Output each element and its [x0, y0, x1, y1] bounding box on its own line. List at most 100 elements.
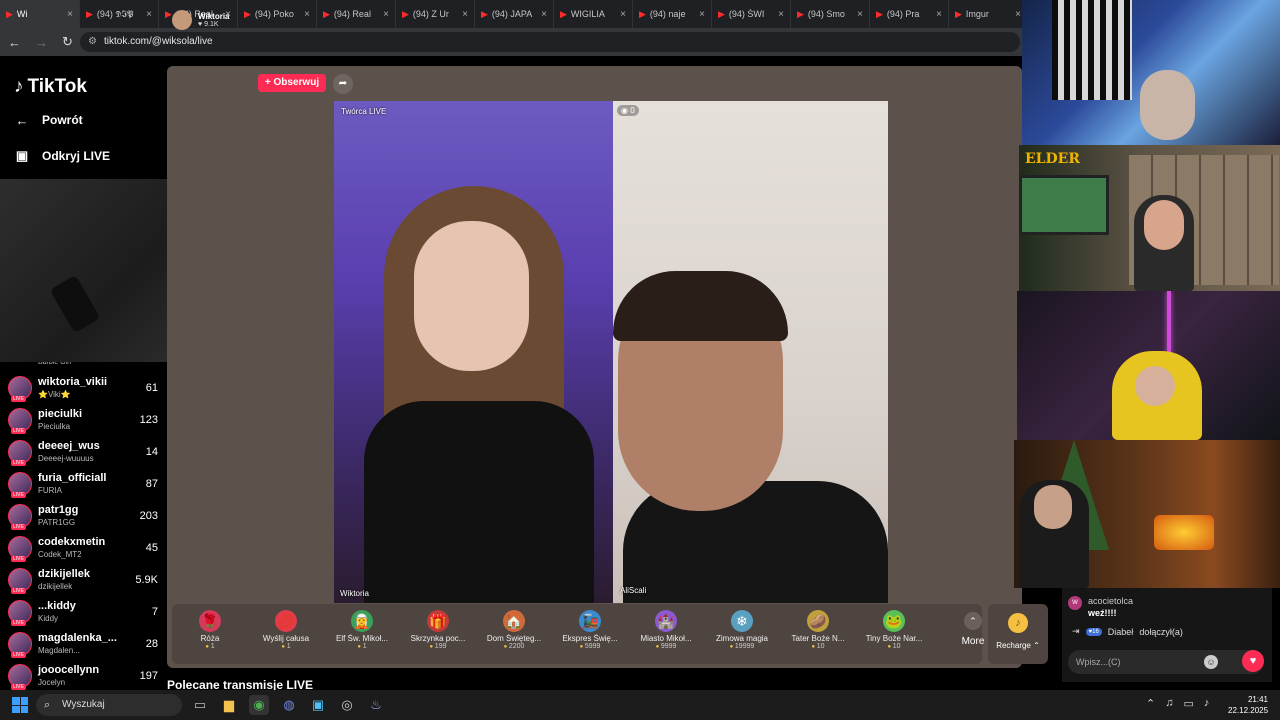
close-icon[interactable]: × — [857, 9, 863, 20]
stream-cam-3 — [1017, 291, 1280, 440]
close-icon[interactable]: × — [383, 9, 389, 20]
back-icon[interactable]: ← — [8, 35, 21, 50]
browser-tab[interactable]: ▶ WIGILIA × — [554, 0, 633, 28]
reload-icon[interactable]: ↻ — [62, 34, 73, 50]
youtube-icon: ▶ — [244, 8, 251, 19]
discord-icon[interactable]: ◍ — [279, 695, 299, 715]
close-icon[interactable]: × — [304, 9, 310, 20]
live-user-item[interactable]: LIVE deeeej_wus Deeeej-wuuuus 14 — [8, 438, 158, 468]
user-subtitle: ⭐Viki⭐ — [38, 390, 71, 399]
close-icon[interactable]: × — [699, 9, 705, 20]
gift-name: Tater Boże N... — [791, 634, 845, 643]
tab-title: (94) naje — [649, 9, 686, 19]
obs-icon[interactable]: ◎ — [337, 695, 357, 715]
gift-item[interactable]: 🌹 Róża1 — [172, 604, 248, 664]
browser-tab[interactable]: ▶ (94) Z Ur × — [396, 0, 475, 28]
browser-tab[interactable]: ▶ Wi × — [0, 0, 80, 28]
browser-tab[interactable]: ▶ (94) 𝕯𝕴𝕻 × — [80, 0, 159, 28]
live-user-item[interactable]: LIVE wiktoria_vikii ⭐Viki⭐ 61 — [8, 374, 158, 404]
hair-shape-right — [613, 271, 788, 341]
avatar[interactable]: W — [1068, 596, 1082, 610]
gift-item[interactable]: 🏠 Dom Święteg...2200 — [476, 604, 552, 664]
emoji-icon[interactable]: ☺ — [1204, 655, 1218, 669]
gift-price: 10 — [780, 643, 856, 650]
close-icon[interactable]: × — [541, 9, 547, 20]
avatar: LIVE — [8, 632, 32, 658]
task-view-icon[interactable]: ▭ — [190, 695, 210, 715]
follow-button[interactable]: + Obserwuj — [258, 74, 326, 92]
avatar: LIVE — [8, 536, 32, 562]
microphone-icon[interactable]: ♫ — [1165, 697, 1173, 710]
heart-icon[interactable]: ♥ — [1242, 650, 1264, 672]
avatar[interactable] — [172, 10, 192, 30]
live-user-item[interactable]: LIVE pieciulki Pieciulka 123 — [8, 406, 158, 436]
close-icon[interactable]: × — [620, 9, 626, 20]
face-shape — [414, 221, 529, 371]
share-icon[interactable]: ➦ — [333, 74, 353, 94]
join-username[interactable]: Diabeł — [1108, 627, 1134, 637]
gift-item[interactable]: ❄ Zimowa magia19999 — [704, 604, 780, 664]
viewer-number: 0 — [630, 106, 635, 115]
viewer-count: 28 — [145, 638, 158, 650]
close-icon[interactable]: × — [67, 9, 73, 20]
chevron-up-icon[interactable]: ⌃ — [1146, 697, 1155, 710]
tab-title: (94) 𝕯𝕴𝕻 — [96, 8, 134, 19]
windows-start-icon[interactable] — [12, 697, 28, 713]
clock[interactable]: 21:41 22.12.2025 — [1228, 694, 1268, 716]
gift-bar: 🌹Róża1💋Wyślij całusa1🧝Elf Św. Mikoł...1🎁… — [172, 604, 984, 664]
live-user-item[interactable]: LIVE magdalenka_... Magdalen... 28 — [8, 630, 158, 660]
coin-icon: ♪ — [1008, 613, 1028, 633]
live-user-item[interactable]: LIVE jooocellynn Jocelyn 197 — [8, 662, 158, 692]
site-info-icon[interactable]: ⚙ — [88, 32, 97, 52]
forward-icon[interactable]: → — [35, 35, 48, 50]
close-icon[interactable]: × — [146, 9, 152, 20]
terminal-icon[interactable]: ▣ — [308, 695, 328, 715]
live-user-item[interactable]: LIVE furia_officiall FURIA 87 — [8, 470, 158, 500]
recharge-button[interactable]: ♪ Recharge ⌃ — [988, 604, 1048, 664]
browser-tab[interactable]: ▶ (94) Smo × — [791, 0, 870, 28]
level-badge: ♥16 — [1085, 627, 1102, 636]
back-nav[interactable]: ← Powrót — [14, 112, 83, 128]
gift-price: 5999 — [552, 643, 628, 650]
video-left — [334, 101, 613, 603]
live-user-item[interactable]: LIVE codekxmetin Codek_MT2 45 — [8, 534, 158, 564]
live-user-item[interactable]: LIVE ...kiddy Kiddy 7 — [8, 598, 158, 628]
gift-item[interactable]: 🏰 Miasto Mikoł...9999 — [628, 604, 704, 664]
browser-tab[interactable]: ▶ (94) Real × — [317, 0, 396, 28]
host-info[interactable]: Wiktoria ♥ 9.1K — [172, 10, 230, 30]
close-icon[interactable]: × — [778, 9, 784, 20]
discover-live-nav[interactable]: ▣ Odkryj LIVE — [14, 148, 110, 164]
gift-icon: ❄ — [731, 610, 753, 632]
gift-item[interactable]: 🚂 Ekspres Świę...5999 — [552, 604, 628, 664]
file-explorer-icon[interactable]: ▆ — [219, 695, 239, 715]
gift-item[interactable]: 🎁 Skrzynka poc...199 — [400, 604, 476, 664]
browser-tab[interactable]: ▶ (94) naje × — [633, 0, 712, 28]
close-icon[interactable]: × — [936, 9, 942, 20]
live-user-item[interactable]: LIVE dzikijellek dzikijellek 5.9K — [8, 566, 158, 596]
taskbar-search[interactable]: ⌕ Wyszukaj — [36, 694, 182, 716]
chrome-icon[interactable]: ◉ — [249, 695, 269, 715]
browser-tab[interactable]: ▶ Imgur × — [949, 0, 1022, 28]
tiktok-logo[interactable]: ♪ TikTok — [14, 76, 87, 98]
steam-icon[interactable]: ♨ — [366, 695, 386, 715]
display-icon[interactable]: ▭ — [1183, 697, 1193, 710]
gift-item[interactable]: 🐸 Tiny Boże Nar...10 — [856, 604, 932, 664]
close-icon[interactable]: × — [1015, 9, 1021, 20]
volume-icon[interactable]: ♪ — [1204, 697, 1210, 710]
live-user-item[interactable]: LIVE patr1gg PATR1GG 203 — [8, 502, 158, 532]
chat-username[interactable]: acocietolca — [1088, 596, 1133, 606]
close-icon[interactable]: × — [462, 9, 468, 20]
gift-item[interactable]: 🥔 Tater Boże N...10 — [780, 604, 856, 664]
browser-tab[interactable]: ▶ (94) ŚWI × — [712, 0, 791, 28]
chat-input[interactable]: Wpisz...(C) ☺ — [1068, 650, 1264, 674]
browser-tab[interactable]: ▶ (94) Poko × — [238, 0, 317, 28]
gift-item[interactable]: 🧝 Elf Św. Mikoł...1 — [324, 604, 400, 664]
browser-tab[interactable]: ▶ (94) JAPA × — [475, 0, 554, 28]
live-badge: LIVE — [11, 588, 26, 594]
left-name-tag: Wiktoria — [340, 589, 369, 598]
url-field[interactable]: ⚙ tiktok.com/@wiksola/live — [80, 32, 1020, 52]
gift-item[interactable]: 💋 Wyślij całusa1 — [248, 604, 324, 664]
gift-icon: 🧝 — [351, 610, 373, 632]
browser-tab[interactable]: ▶ (94) Pra × — [870, 0, 949, 28]
gift-price: 199 — [400, 643, 476, 650]
